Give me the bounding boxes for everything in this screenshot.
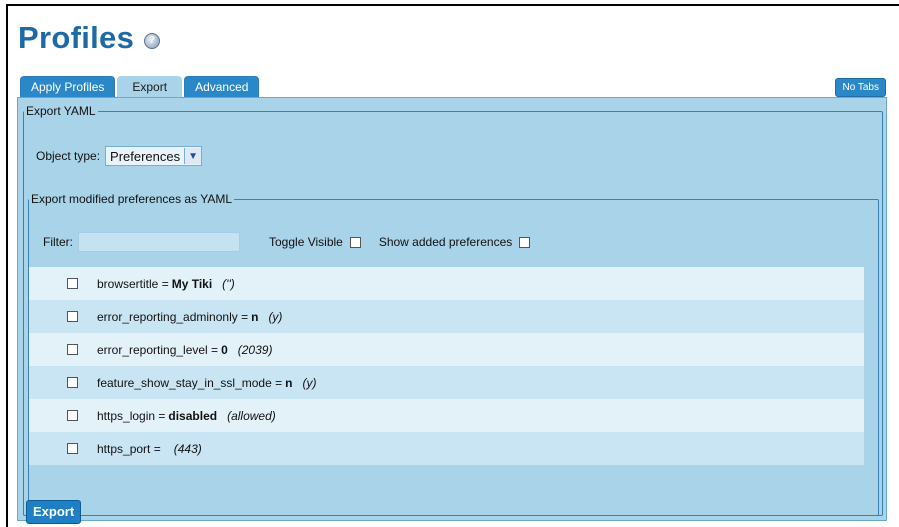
modified-preferences-legend: Export modified preferences as YAML (31, 192, 232, 206)
item-checkbox[interactable] (67, 377, 78, 388)
object-type-row: Object type: Preferences ▼ (36, 146, 203, 166)
page-title: Profiles ? (18, 20, 161, 56)
tab-bar: Apply Profiles Export Advanced (20, 76, 261, 98)
pref-name: https_login = (97, 408, 166, 423)
filter-row: Filter: Toggle Visible Show added prefer… (43, 232, 531, 252)
export-button[interactable]: Export (26, 500, 82, 524)
modified-preferences-fieldset: Export modified preferences as YAML Filt… (28, 192, 879, 516)
chevron-down-icon[interactable]: ▼ (184, 148, 202, 164)
pref-default: (443) (173, 441, 202, 456)
filter-input[interactable] (78, 232, 240, 252)
list-item: error_reporting_level = 0 (2039) (29, 333, 864, 366)
pref-default: (allowed) (227, 408, 276, 423)
pref-value: n (251, 309, 259, 324)
item-checkbox[interactable] (67, 311, 78, 322)
item-checkbox[interactable] (67, 344, 78, 355)
pref-name: feature_show_stay_in_ssl_mode = (97, 375, 283, 390)
filter-label: Filter: (43, 235, 73, 249)
help-icon[interactable]: ? (144, 33, 161, 49)
tab-advanced[interactable]: Advanced (184, 76, 260, 98)
pref-default: (2039) (237, 342, 273, 357)
item-checkbox[interactable] (67, 410, 78, 421)
pref-name: https_port = (97, 441, 161, 456)
show-added-label: Show added preferences (378, 235, 513, 249)
list-item: https_port = (443) (29, 432, 864, 465)
tab-apply-profiles[interactable]: Apply Profiles (20, 76, 116, 98)
pref-value: My Tiki (171, 276, 213, 291)
tab-panel-export: Export YAML Object type: Preferences ▼ E… (17, 97, 887, 524)
export-yaml-fieldset: Export YAML Object type: Preferences ▼ E… (23, 104, 883, 524)
pref-default: ('') (222, 276, 235, 291)
pref-default: (y) (302, 375, 317, 390)
list-item: browsertitle = My Tiki ('') (29, 267, 864, 300)
page-title-text: Profiles (18, 20, 135, 55)
list-item: https_login = disabled (allowed) (29, 399, 864, 432)
toggle-visible-label: Toggle Visible (269, 235, 343, 249)
pref-value: 0 (221, 342, 228, 357)
show-added-checkbox[interactable] (519, 236, 531, 248)
pref-name: browsertitle = (97, 276, 169, 291)
show-added: Show added preferences (378, 235, 531, 249)
object-type-select[interactable]: Preferences ▼ (105, 146, 203, 166)
list-item: feature_show_stay_in_ssl_mode = n (y) (29, 366, 864, 399)
pref-default: (y) (268, 309, 283, 324)
toggle-visible-checkbox[interactable] (349, 236, 361, 248)
pref-value: disabled (168, 408, 218, 423)
list-item: error_reporting_adminonly = n (y) (29, 300, 864, 333)
item-checkbox[interactable] (67, 278, 78, 289)
pref-name: error_reporting_adminonly = (97, 309, 249, 324)
export-yaml-legend: Export YAML (26, 104, 96, 118)
preferences-list: browsertitle = My Tiki ('') error_report… (29, 267, 864, 465)
item-checkbox[interactable] (67, 443, 78, 454)
object-type-label: Object type: (36, 149, 101, 163)
tab-export[interactable]: Export (117, 76, 183, 98)
pref-value: n (285, 375, 293, 390)
pref-name: error_reporting_level = (97, 342, 219, 357)
no-tabs-button[interactable]: No Tabs (835, 78, 886, 97)
toggle-visible: Toggle Visible (269, 235, 361, 249)
object-type-value: Preferences (110, 148, 181, 164)
